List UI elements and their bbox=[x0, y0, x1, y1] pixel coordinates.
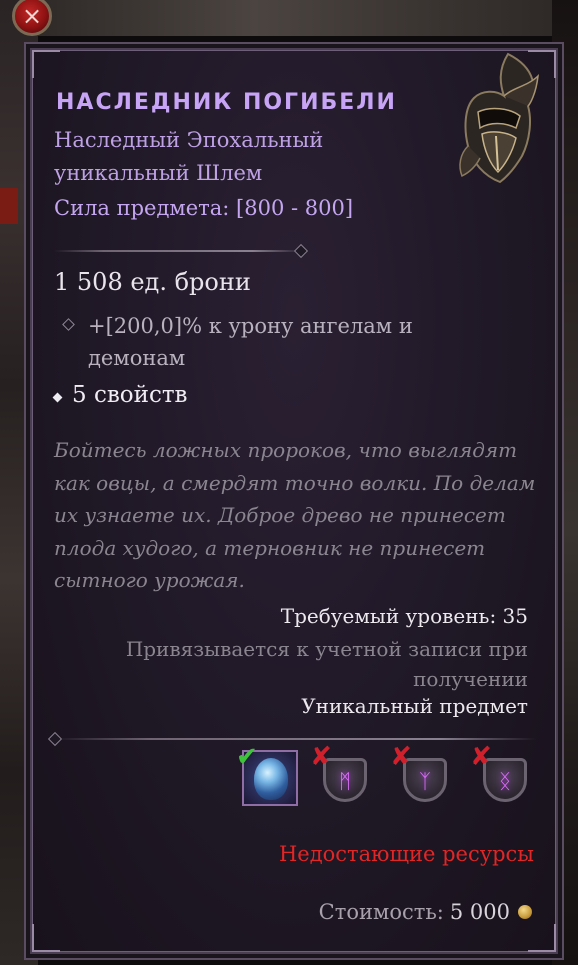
close-icon: × bbox=[21, 2, 43, 30]
item-rarity: Уникальный предмет bbox=[301, 694, 528, 718]
checkmark-icon: ✔ bbox=[236, 742, 258, 772]
properties-count: 5 свойств bbox=[72, 382, 188, 408]
item-power: Сила предмета: [800 - 800] bbox=[54, 196, 354, 220]
missing-resources-text: Недостающие ресурсы bbox=[278, 842, 534, 866]
item-name: НАСЛЕДНИК ПОГИБЕЛИ bbox=[56, 90, 397, 115]
resource-slot-rune[interactable]: ᛗ ✘ bbox=[310, 742, 374, 808]
cross-icon: ✘ bbox=[470, 742, 492, 772]
gold-coin-icon bbox=[518, 905, 532, 919]
background-top-bar bbox=[38, 0, 578, 36]
flavor-text: Бойтесь ложных пророков, что выглядят ка… bbox=[54, 438, 536, 592]
crystal-gem-icon bbox=[254, 758, 288, 800]
background-red-tab bbox=[0, 188, 18, 224]
resource-slot-rune[interactable]: ᛝ ✘ bbox=[470, 742, 534, 808]
properties-bullet-icon bbox=[52, 392, 63, 403]
divider-ornament bbox=[47, 731, 63, 747]
affix-bullet-icon bbox=[62, 318, 75, 331]
frame-corner bbox=[32, 924, 60, 952]
item-tooltip: НАСЛЕДНИК ПОГИБЕЛИ Наследный Эпохальный … bbox=[24, 42, 564, 960]
cost-value: 5 000 bbox=[449, 900, 510, 924]
affix-text: +[200,0]% к урону ангелам и демонам bbox=[88, 314, 413, 370]
cost-label: Стоимость: bbox=[318, 900, 444, 924]
frame-corner bbox=[528, 924, 556, 952]
divider-ornament bbox=[293, 243, 309, 259]
item-type: Наследный Эпохальный уникальный Шлем bbox=[54, 128, 324, 185]
resource-slot-gem[interactable]: ✔ bbox=[236, 742, 298, 806]
cross-icon: ✘ bbox=[390, 742, 412, 772]
divider bbox=[47, 731, 536, 747]
cost-row: Стоимость: 5 000 bbox=[319, 900, 532, 924]
frame-corner bbox=[32, 50, 60, 78]
armor-value: 1 508 ед. брони bbox=[54, 268, 251, 296]
resource-slot-rune[interactable]: ᛉ ✘ bbox=[390, 742, 454, 808]
bind-info: Привязывается к учетной записи при получ… bbox=[125, 637, 528, 691]
required-level: Требуемый уровень: 35 bbox=[280, 604, 528, 628]
cross-icon: ✘ bbox=[310, 742, 332, 772]
helmet-icon bbox=[459, 52, 539, 184]
divider bbox=[54, 243, 309, 259]
